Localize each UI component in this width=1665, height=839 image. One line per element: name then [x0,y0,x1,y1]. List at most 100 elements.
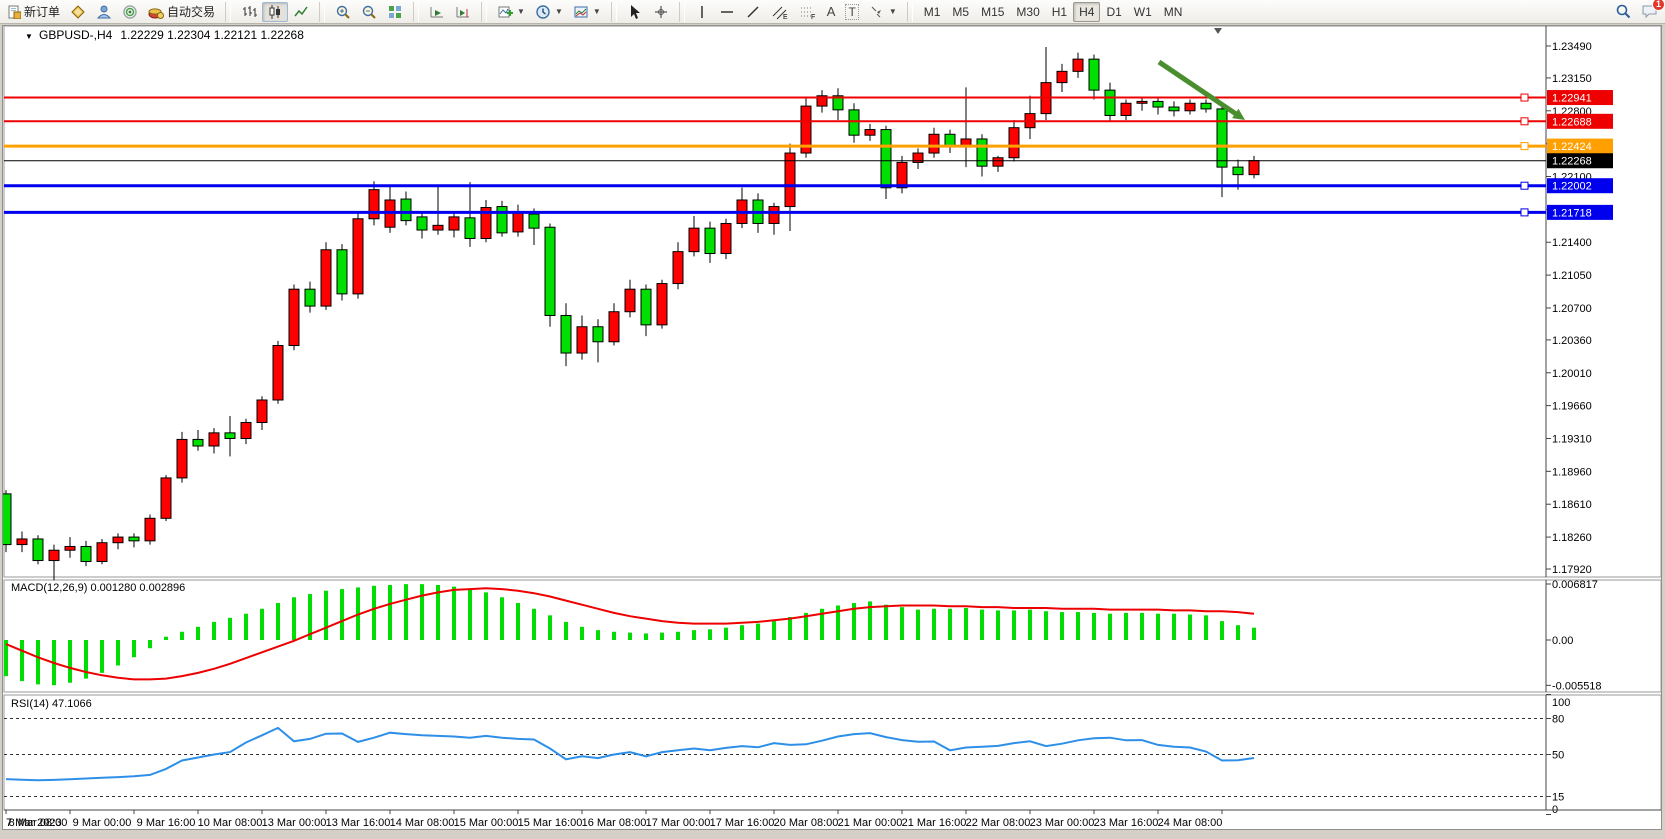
line-handle[interactable] [1521,143,1528,150]
candle-body[interactable] [1009,128,1019,158]
candle-body[interactable] [1105,90,1115,115]
candle-body[interactable] [273,346,283,400]
line-handle[interactable] [1521,209,1528,216]
timeframe-h1-button[interactable]: H1 [1046,2,1073,22]
timeframe-w1-button[interactable]: W1 [1128,2,1158,22]
candle-body[interactable] [865,130,875,136]
candle-body[interactable] [705,228,715,253]
candle-body[interactable] [929,134,939,153]
candle-body[interactable] [177,439,187,477]
market-watch-icon[interactable] [91,2,117,22]
charts-window-icon[interactable] [65,2,91,22]
crosshair-button[interactable] [648,2,674,22]
candle-body[interactable] [433,225,443,230]
chart-collapse-icon[interactable]: ▼ [25,32,33,41]
candlestick-chart-type-button[interactable] [262,2,288,22]
candle-body[interactable] [65,546,75,550]
candle-body[interactable] [97,543,107,562]
text-label-tool[interactable]: T [840,2,863,22]
candle-body[interactable] [849,110,859,135]
signals-icon[interactable] [117,2,143,22]
horizontal-line-tool[interactable] [714,2,740,22]
candle-body[interactable] [257,400,267,423]
arrows-tool[interactable]: ▼ [864,2,902,22]
candle-body[interactable] [353,219,363,294]
candle-body[interactable] [161,478,171,518]
candle-body[interactable] [993,158,1003,166]
candle-body[interactable] [561,315,571,353]
candle-body[interactable] [401,199,411,221]
timeframe-d1-button[interactable]: D1 [1100,2,1127,22]
candle-body[interactable] [657,284,667,325]
candle-body[interactable] [337,250,347,294]
candle-body[interactable] [1137,101,1147,103]
candle-body[interactable] [689,228,699,251]
line-handle[interactable] [1521,182,1528,189]
zoom-in-button[interactable] [330,2,356,22]
candle-body[interactable] [721,223,731,253]
bar-chart-type-button[interactable] [236,2,262,22]
candle-body[interactable] [113,537,123,543]
vertical-line-tool[interactable] [690,2,714,22]
cursor-button[interactable] [622,2,648,22]
fibonacci-tool[interactable]: F [794,2,822,22]
templates-button[interactable]: ▼ [568,2,606,22]
candle-body[interactable] [1073,59,1083,71]
candle-body[interactable] [1185,103,1195,111]
candle-body[interactable] [609,312,619,342]
periods-dropdown-caret[interactable]: ▼ [555,7,563,16]
timeframe-m30-button[interactable]: M30 [1010,2,1045,22]
candle-body[interactable] [977,139,987,166]
auto-scroll-button[interactable] [424,2,450,22]
candle-body[interactable] [145,518,155,541]
search-icon[interactable] [1615,3,1631,22]
candle-body[interactable] [1169,107,1179,111]
candle-body[interactable] [881,130,891,188]
candle-body[interactable] [81,546,91,561]
timeframe-mn-button[interactable]: MN [1158,2,1189,22]
equidistant-channel-tool[interactable]: E [766,2,794,22]
candle-body[interactable] [545,227,555,315]
chart-svg[interactable]: 1.234901.231501.228001.224501.221001.217… [3,26,1661,829]
candle-body[interactable] [497,207,507,233]
line-handle[interactable] [1521,118,1528,125]
chart-shift-button[interactable] [450,2,476,22]
templates-dropdown-caret[interactable]: ▼ [593,7,601,16]
candle-body[interactable] [465,218,475,239]
candle-body[interactable] [209,433,219,446]
candle-body[interactable] [17,539,27,545]
candle-body[interactable] [897,162,907,187]
timeframe-m5-button[interactable]: M5 [946,2,975,22]
candle-body[interactable] [513,212,523,232]
candle-body[interactable] [417,217,427,230]
arrows-dropdown-caret[interactable]: ▼ [889,7,897,16]
timeframe-m15-button[interactable]: M15 [975,2,1010,22]
candle-body[interactable] [1153,101,1163,107]
candle-body[interactable] [1121,103,1131,115]
indicators-dropdown-caret[interactable]: ▼ [517,7,525,16]
candle-body[interactable] [641,289,651,325]
candle-body[interactable] [305,289,315,306]
candle-body[interactable] [1249,161,1259,175]
text-tool[interactable]: A [822,2,841,22]
new-order-button[interactable]: 新订单 [2,2,65,22]
candle-body[interactable] [3,494,11,545]
candle-body[interactable] [449,217,459,230]
candle-body[interactable] [1089,59,1099,90]
candle-body[interactable] [1201,103,1211,109]
tile-windows-button[interactable] [382,2,408,22]
candle-body[interactable] [49,550,59,560]
timeframe-m1-button[interactable]: M1 [918,2,947,22]
candle-body[interactable] [1217,109,1227,167]
timeframe-h4-button[interactable]: H4 [1073,2,1100,22]
candle-body[interactable] [193,439,203,446]
candle-body[interactable] [1233,167,1243,175]
candle-body[interactable] [577,327,587,353]
candle-body[interactable] [593,327,603,342]
notifications-icon[interactable]: 1 [1641,3,1659,22]
trendline-tool[interactable] [740,2,766,22]
candle-body[interactable] [241,423,251,439]
candle-body[interactable] [225,433,235,439]
candle-body[interactable] [321,250,331,306]
candle-body[interactable] [529,214,539,228]
